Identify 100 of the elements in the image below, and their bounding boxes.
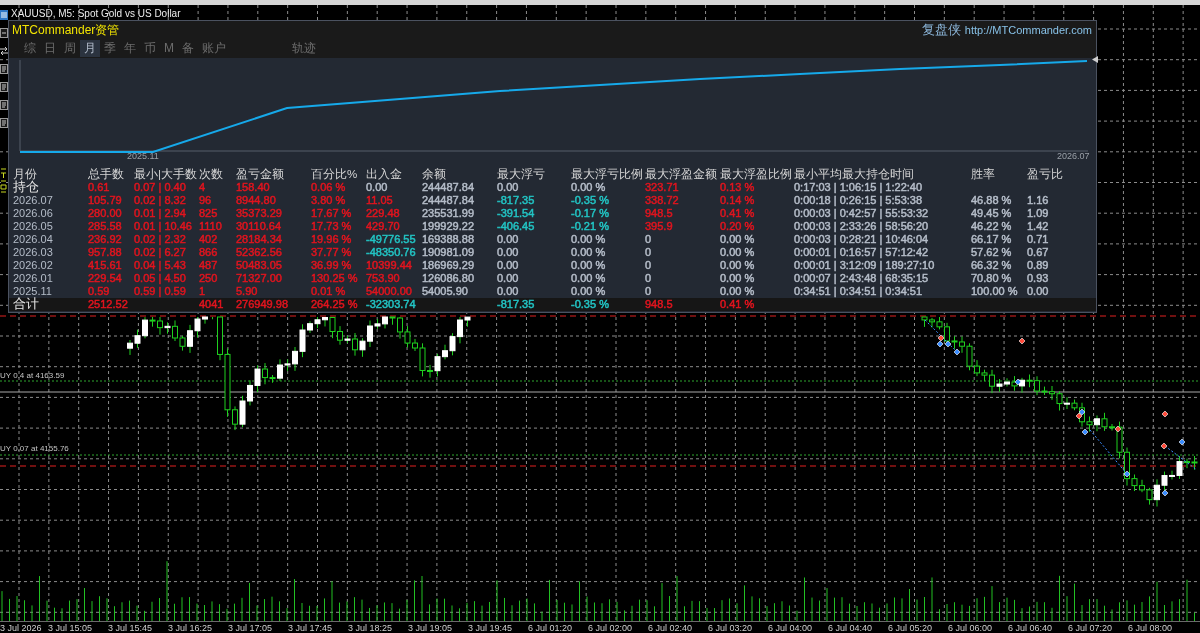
table-cell: 948.5 [645,207,673,220]
tab[interactable]: 月 [80,40,100,57]
table-cell: 70.80 % [971,272,1012,285]
tile-icon[interactable] [0,118,8,128]
table-cell: 0.14 % [720,194,755,207]
table-cell: 338.72 [645,194,679,207]
table-cell: 100.00 % [971,285,1018,298]
table-cell: 0.00 [497,181,519,194]
time-label: 6 Jul 02:40 [648,622,693,633]
table-cell: 0.01 % [311,285,346,298]
time-label: 6 Jul 04:40 [828,622,873,633]
row-label: 2026.06 [13,207,53,220]
table-cell: 0.41 % [720,207,755,220]
table-cell: 429.70 [366,220,400,233]
table-cell: 0.00 [497,233,519,246]
table-cell: 1 [199,285,206,298]
table-cell: 4 [199,181,206,194]
row-label: 2026.05 [13,220,53,233]
table-cell: 753.90 [366,272,400,285]
table-cell: 17.73 % [311,220,352,233]
table-cell: 0.01 | 2.94 [134,207,186,220]
column-header: 最大浮盈金额 [645,167,717,181]
table-cell: 415.61 [88,259,122,272]
row-label: 2026.03 [13,246,53,259]
table-cell: 126086.80 [422,272,474,285]
row-label: 持仓 [13,181,39,194]
column-header: 余额 [422,167,446,181]
table-cell: 0 [645,246,652,259]
tab[interactable]: 综 [20,40,40,57]
tab[interactable]: 备 [178,40,198,57]
table-cell: 158.40 [236,181,270,194]
tab[interactable]: 币 [140,40,160,57]
table-cell: -817.35 [497,298,535,311]
table-cell: 0.00 % [571,233,606,246]
table-cell: 0.02 | 2.32 [134,233,186,246]
pointer-icon [1092,56,1098,63]
tile-icon[interactable] [0,100,8,110]
tab[interactable]: 轨迹 [288,40,320,57]
table-cell: 0:00:01 | 0:16:57 | 57:12:42 [794,246,929,259]
table-cell: -391.54 [497,207,535,220]
table-cell: -0.35 % [571,194,609,207]
table-cell: 0.00 % [571,181,606,194]
time-label: 3 Jul 2026 [0,622,42,633]
table-cell: 1.16 [1027,194,1049,207]
table-cell: 395.9 [645,220,673,233]
table-cell: 130.25 % [311,272,358,285]
table-cell: 948.5 [645,298,673,311]
table-cell: 17.67 % [311,207,352,220]
table-cell: 57.62 % [971,246,1012,259]
table-cell: 0:00:01 | 3:12:09 | 189:27:10 [794,259,935,272]
arrows-icon[interactable] [0,46,8,56]
time-label: 6 Jul 06:40 [1008,622,1053,633]
table-cell: 487 [199,259,218,272]
tile-icon[interactable] [0,64,8,74]
tile-icon[interactable] [0,82,8,92]
table-cell: 5.90 [236,285,258,298]
table-cell: -0.21 % [571,220,609,233]
table-cell: 276949.98 [236,298,288,311]
table-cell: 244487.84 [422,194,474,207]
tile-icon[interactable] [0,28,8,38]
table-cell: 0:17:03 | 1:06:15 | 1:22:40 [794,181,923,194]
table-cell: 0 [645,233,652,246]
table-cell: 0:00:18 | 0:26:15 | 5:53:38 [794,194,923,207]
tab[interactable]: 年 [120,40,140,57]
column-header: 最小|大手数 [134,167,197,181]
table-cell: 35373.29 [236,207,282,220]
column-header: 次数 [199,167,223,181]
table-cell: -49776.55 [366,233,416,246]
table-cell: 28184.34 [236,233,282,246]
tab[interactable]: 季 [100,40,120,57]
time-label: 3 Jul 17:45 [288,622,333,633]
tab[interactable]: M [160,40,178,57]
table-cell: 66.17 % [971,233,1012,246]
table-cell: 0:34:51 | 0:34:51 | 0:34:51 [794,285,923,298]
table-cell: 0.00 [497,285,519,298]
table-cell: -406.45 [497,220,535,233]
column-header: 出入金 [366,167,402,181]
table-cell: 0.00 [497,272,519,285]
table-cell: 264.25 % [311,298,358,311]
tab[interactable]: 周 [60,40,80,57]
table-cell: 0.89 [1027,259,1049,272]
table-cell: 1110 [199,220,222,233]
column-header: 盈亏金额 [236,167,284,181]
table-cell: 0.00 [497,259,519,272]
table-cell: 66.32 % [971,259,1012,272]
table-cell: 323.71 [645,181,679,194]
column-header: 百分比% [311,167,358,181]
table-cell: 10399.44 [366,259,412,272]
tab[interactable]: 日 [40,40,60,57]
table-cell: 0.04 | 5.43 [134,259,186,272]
table-cell: 199929.22 [422,220,474,233]
time-label: 3 Jul 17:05 [228,622,273,633]
table-cell: 0.00 [497,246,519,259]
brand-title: MTCommander资管 [12,21,120,39]
table-cell: 0.67 [1027,246,1049,259]
table-cell: -48350.76 [366,246,416,259]
table-cell: 46.88 % [971,194,1012,207]
tab[interactable]: 账户 [198,40,230,57]
table-cell: -817.35 [497,194,535,207]
table-cell: -0.17 % [571,207,609,220]
